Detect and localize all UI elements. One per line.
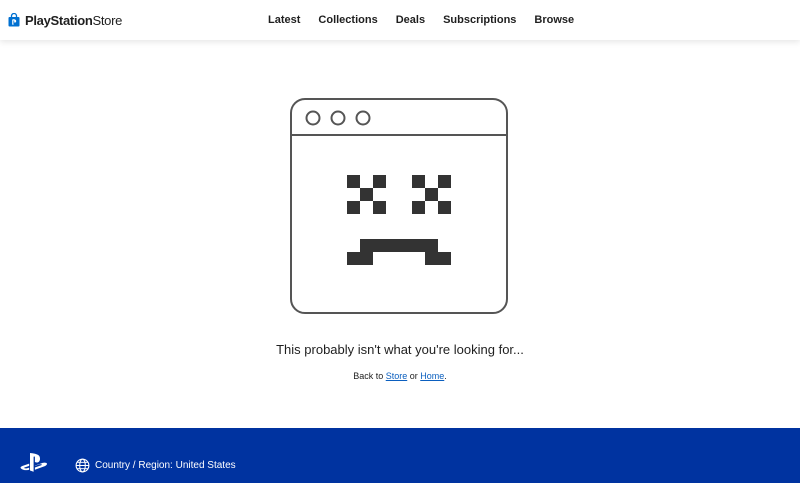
back-navigation-text: Back to Store or Home. — [0, 371, 800, 381]
or-text: or — [407, 371, 421, 381]
nav-browse[interactable]: Browse — [525, 14, 583, 26]
top-header: PlayStationStore Latest Collections Deal… — [0, 0, 800, 40]
error-message: This probably isn't what you're looking … — [276, 342, 524, 357]
brand-name: PlayStationStore — [25, 12, 123, 28]
playstation-logo-icon[interactable] — [20, 452, 47, 473]
nav-collections[interactable]: Collections — [309, 14, 386, 26]
back-prefix: Back to — [353, 371, 386, 381]
playstation-store-logo[interactable]: PlayStationStore — [8, 10, 122, 30]
region-label: Country / Region: United States — [95, 459, 236, 471]
nav-latest[interactable]: Latest — [259, 14, 309, 26]
sad-browser-window-icon — [290, 98, 508, 314]
playstation-store-bag-icon — [8, 13, 20, 27]
main-navigation: Latest Collections Deals Subscriptions B… — [259, 0, 583, 40]
site-footer: Country / Region: United States — [0, 428, 800, 483]
back-suffix: . — [444, 371, 447, 381]
home-link[interactable]: Home — [420, 371, 444, 381]
nav-subscriptions[interactable]: Subscriptions — [434, 14, 525, 26]
nav-deals[interactable]: Deals — [387, 14, 434, 26]
globe-icon — [75, 458, 90, 472]
store-link[interactable]: Store — [386, 371, 408, 381]
error-page-content: This probably isn't what you're looking … — [0, 40, 800, 428]
country-region-selector[interactable]: Country / Region: United States — [75, 457, 236, 473]
